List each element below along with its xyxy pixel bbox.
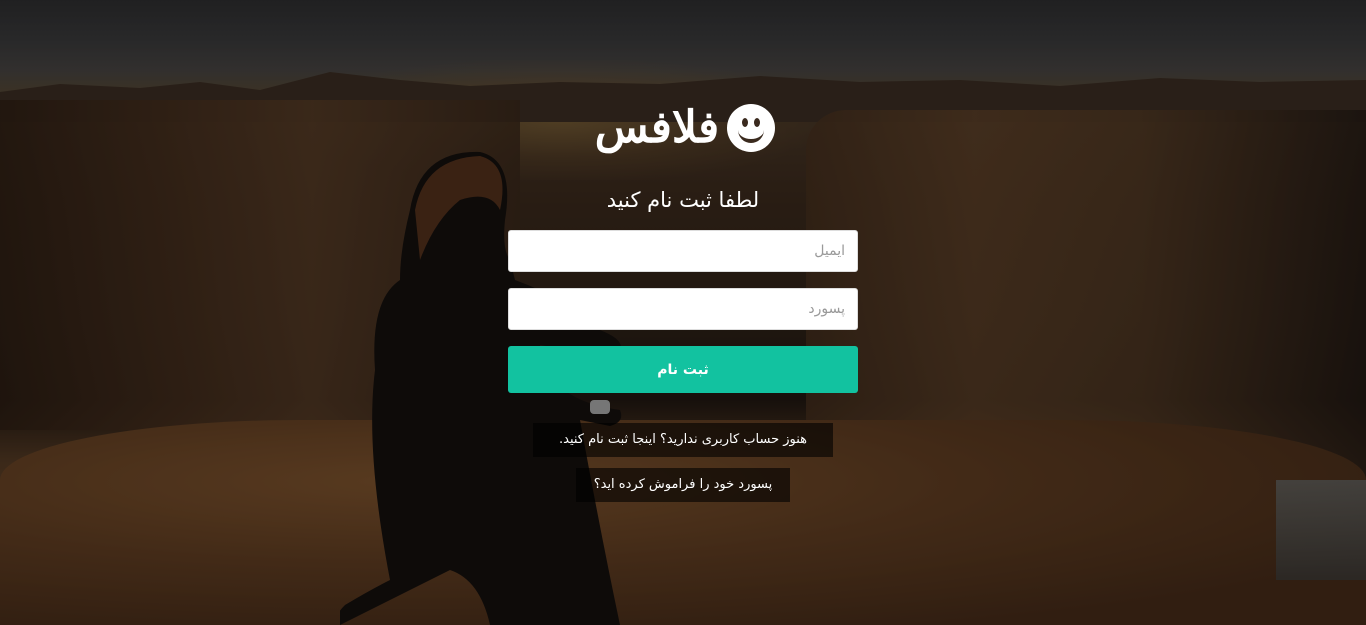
brand-logo: فلافس xyxy=(585,96,785,160)
signup-link[interactable]: هنوز حساب کاربری ندارید؟ اینجا ثبت نام ک… xyxy=(533,423,833,457)
register-page: فلافس لطفا ثبت نام کنید ثبت نام هنوز حسا… xyxy=(0,0,1366,625)
email-input[interactable] xyxy=(508,230,858,272)
brand-name: فلافس xyxy=(594,102,720,153)
form-heading: لطفا ثبت نام کنید xyxy=(606,188,760,212)
register-button[interactable]: ثبت نام xyxy=(508,346,858,393)
password-input[interactable] xyxy=(508,288,858,330)
register-form-container: فلافس لطفا ثبت نام کنید ثبت نام هنوز حسا… xyxy=(0,0,1366,625)
forgot-password-link[interactable]: پسورد خود را فراموش کرده اید؟ xyxy=(576,468,790,502)
smiley-icon xyxy=(727,104,776,152)
